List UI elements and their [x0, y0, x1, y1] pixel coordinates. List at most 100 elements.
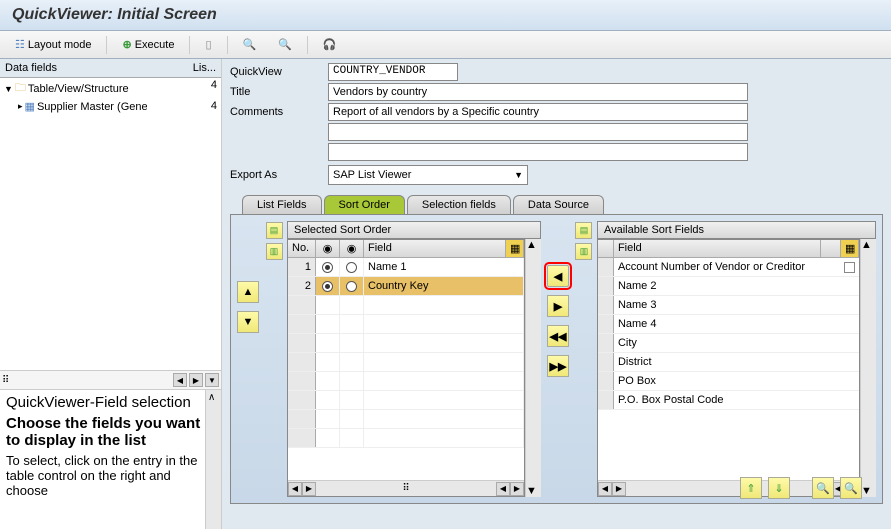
tree-row[interactable]: ▸ ▦ Supplier Master (General Section) 4 [0, 99, 221, 114]
table-row[interactable]: 2Country Key [288, 277, 524, 296]
column-grip-icon[interactable]: ⠿ [2, 375, 9, 386]
row-marker[interactable] [598, 258, 614, 276]
row-checkbox[interactable] [839, 262, 859, 273]
table-row[interactable] [288, 315, 524, 334]
hdr-field[interactable]: Field [364, 240, 506, 257]
desc-radio[interactable] [340, 258, 364, 276]
table-row[interactable] [288, 372, 524, 391]
sort-asc-button[interactable]: ⇑ [740, 477, 762, 499]
asc-radio[interactable] [316, 258, 340, 276]
table-row[interactable]: Name 4 [598, 315, 859, 334]
desc-radio[interactable] [340, 277, 364, 295]
scroll-up-icon[interactable]: ∧ [208, 392, 215, 403]
table-row[interactable] [288, 391, 524, 410]
hdr-config-icon[interactable]: ▦ [506, 240, 524, 257]
scroll-left-icon[interactable]: ◀ [173, 373, 187, 387]
selected-hscroll[interactable]: ◀ ▶ ⠿ ◀ ▶ [288, 480, 524, 496]
table-row[interactable] [288, 353, 524, 372]
layout-mode-button[interactable]: ☷ Layout mode [8, 35, 98, 54]
row-marker[interactable] [598, 353, 614, 371]
scroll-down-icon[interactable]: ▼ [526, 485, 541, 497]
row-marker[interactable] [598, 315, 614, 333]
tab-data-source[interactable]: Data Source [513, 195, 604, 214]
table-row[interactable]: 1Name 1 [288, 258, 524, 277]
row-marker[interactable] [598, 296, 614, 314]
find-next-button[interactable]: 🔍 [840, 477, 862, 499]
hdr-asc-icon[interactable]: ◉ [316, 240, 340, 257]
sort-desc-button[interactable]: ⇓ [768, 477, 790, 499]
table-row[interactable]: Name 3 [598, 296, 859, 315]
move-right-button[interactable]: ▶ [547, 295, 569, 317]
available-delete-icon[interactable]: ▥ [575, 243, 592, 260]
toolbar-doc-icon[interactable]: ▯ [198, 35, 218, 54]
scroll-up-icon[interactable]: ▲ [526, 239, 541, 251]
table-row[interactable]: District [598, 353, 859, 372]
headset-button[interactable]: 🎧 [316, 35, 344, 54]
selected-insert-icon[interactable]: ▤ [266, 222, 283, 239]
move-all-right-button[interactable]: ▶▶ [547, 355, 569, 377]
scroll-down-icon[interactable]: ▼ [861, 485, 876, 497]
find-button[interactable]: 🔍 [812, 477, 834, 499]
selected-vscroll[interactable]: ▲ ▼ [525, 239, 541, 497]
table-row[interactable]: P.O. Box Postal Code [598, 391, 859, 410]
hdr-no[interactable]: No. [288, 240, 316, 257]
row-marker[interactable] [598, 277, 614, 295]
execute-button[interactable]: ⊕ Execute [115, 35, 181, 54]
table-row[interactable]: Account Number of Vendor or Creditor [598, 258, 859, 277]
available-grid-header: Field ▦ [598, 240, 859, 258]
tree-row[interactable]: ▼ 🗀 Table/View/Structure 4 [0, 78, 221, 99]
scroll-down-icon[interactable]: ▼ [205, 373, 219, 387]
row-marker[interactable] [598, 334, 614, 352]
table-row[interactable] [288, 334, 524, 353]
tree-header-list[interactable]: Lis... [187, 61, 217, 75]
table-row[interactable] [288, 410, 524, 429]
table-row[interactable]: Name 2 [598, 277, 859, 296]
table-row[interactable]: PO Box [598, 372, 859, 391]
selected-delete-icon[interactable]: ▥ [266, 243, 283, 260]
scroll-up-icon[interactable]: ▲ [861, 239, 876, 251]
scroll-left-icon[interactable]: ◀ [496, 482, 510, 496]
hdr-config-icon[interactable]: ▦ [841, 240, 859, 257]
tree-header-data[interactable]: Data fields [4, 61, 187, 75]
hdr-check[interactable] [821, 240, 841, 257]
title-input[interactable] [328, 83, 748, 101]
scroll-left-icon[interactable]: ◀ [288, 482, 302, 496]
move-up-button[interactable]: ▲ [237, 281, 259, 303]
export-select[interactable]: SAP List Viewer ▼ [328, 165, 528, 185]
hdr-marker[interactable] [598, 240, 614, 257]
asc-radio[interactable] [316, 277, 340, 295]
available-vscroll[interactable]: ▲ ▼ [860, 239, 876, 497]
hdr-field[interactable]: Field [614, 240, 821, 257]
column-grip-icon[interactable]: ⠿ [398, 483, 413, 494]
available-grid-body[interactable]: Account Number of Vendor or CreditorName… [598, 258, 859, 480]
comments-input-1[interactable] [328, 103, 748, 121]
move-all-left-button[interactable]: ◀◀ [547, 325, 569, 347]
available-insert-icon[interactable]: ▤ [575, 222, 592, 239]
expand-icon[interactable]: ▼ [4, 84, 13, 94]
move-down-button[interactable]: ▼ [237, 311, 259, 333]
comments-input-2[interactable] [328, 123, 748, 141]
selected-grid-body[interactable]: 1Name 12Country Key [288, 258, 524, 480]
row-marker[interactable] [598, 372, 614, 390]
comments-input-3[interactable] [328, 143, 748, 161]
tab-sort-order[interactable]: Sort Order [324, 195, 405, 214]
hdr-desc-icon[interactable]: ◉ [340, 240, 364, 257]
table-row[interactable] [288, 429, 524, 448]
help-scrollbar[interactable]: ∧ [205, 390, 221, 529]
move-left-button[interactable]: ◀ [547, 265, 569, 287]
table-row[interactable]: City [598, 334, 859, 353]
find-next-button[interactable]: 🔍 [271, 35, 299, 54]
tab-selection-fields[interactable]: Selection fields [407, 195, 511, 214]
scroll-left-icon[interactable]: ◀ [598, 482, 612, 496]
find-button[interactable]: 🔍 [236, 35, 264, 54]
table-row[interactable] [288, 296, 524, 315]
scroll-right-icon[interactable]: ▶ [510, 482, 524, 496]
tree-body[interactable]: ▼ 🗀 Table/View/Structure 4 ▸ ▦ Supplier … [0, 78, 221, 370]
scroll-right-icon[interactable]: ▶ [189, 373, 203, 387]
expand-icon[interactable]: ▸ [18, 101, 23, 112]
app-toolbar: ☷ Layout mode ⊕ Execute ▯ 🔍 🔍 🎧 [0, 31, 891, 59]
row-marker[interactable] [598, 391, 614, 409]
tab-list-fields[interactable]: List Fields [242, 195, 322, 214]
scroll-right-icon[interactable]: ▶ [302, 482, 316, 496]
scroll-right-icon[interactable]: ▶ [612, 482, 626, 496]
